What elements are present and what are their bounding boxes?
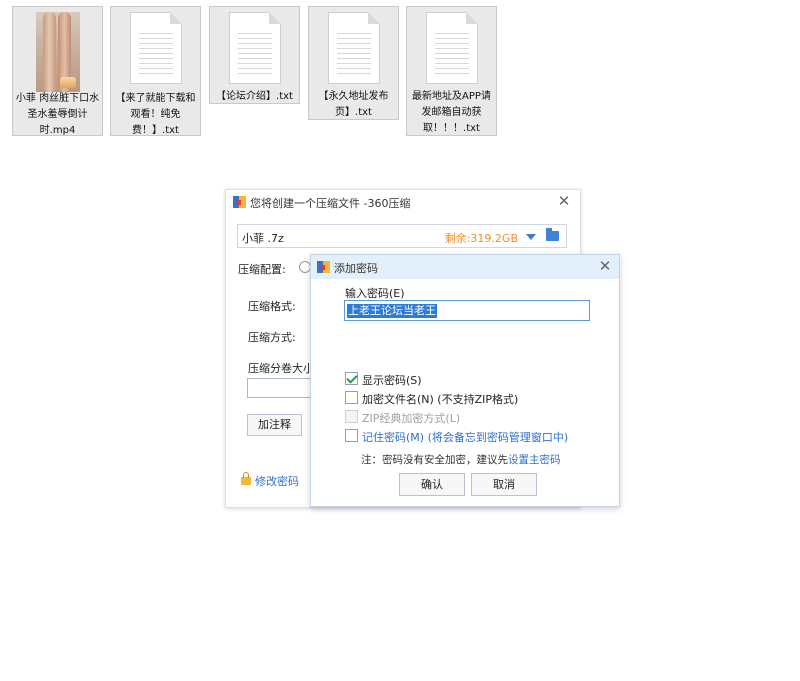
- add-comment-button[interactable]: 加注释: [247, 414, 302, 436]
- file-item-txt[interactable]: 最新地址及APP请发邮箱自动获取！！！.txt: [406, 6, 497, 136]
- method-label: 压缩方式:: [248, 331, 296, 344]
- lock-icon: [241, 472, 251, 485]
- zip-classic-checkbox: [345, 410, 358, 423]
- title-bar[interactable]: 添加密码 ✕: [311, 255, 619, 279]
- folder-icon[interactable]: [546, 228, 559, 241]
- change-password-link[interactable]: 修改密码: [255, 473, 299, 489]
- file-name: 【永久地址发布页】.txt: [318, 91, 389, 118]
- remember-password-label[interactable]: 记住密码(M) (将会备忘到密码管理窗口中): [362, 429, 568, 445]
- cancel-button[interactable]: 取消: [471, 473, 537, 496]
- ok-button[interactable]: 确认: [399, 473, 465, 496]
- split-size-label: 压缩分卷大小: [248, 362, 314, 375]
- text-file-icon: [228, 12, 281, 84]
- show-password-checkbox[interactable]: [345, 372, 358, 385]
- text-file-icon: [425, 12, 478, 84]
- config-label: 压缩配置:: [238, 263, 286, 276]
- dialog-title: 添加密码: [334, 262, 378, 275]
- add-password-dialog: 添加密码 ✕ 输入密码(E) 上老王论坛当老王 显示密码(S) 加密文件名(N)…: [310, 254, 620, 507]
- chevron-down-icon[interactable]: [526, 234, 536, 240]
- encrypt-filenames-checkbox[interactable]: [345, 391, 358, 404]
- password-value: 上老王论坛当老王: [347, 304, 437, 318]
- file-item-txt[interactable]: 【永久地址发布页】.txt: [308, 6, 399, 120]
- file-item-video[interactable]: 小菲 肉丝脏下口水圣水羞辱倒计时.mp4: [12, 6, 103, 136]
- window-title: 您将创建一个压缩文件 -360压缩: [250, 197, 411, 210]
- file-name: 【来了就能下载和观看！纯免费！】.txt: [115, 93, 196, 136]
- password-input-label: 输入密码(E): [345, 287, 405, 300]
- remember-password-checkbox[interactable]: [345, 429, 358, 442]
- archive-path: 小菲 .7z: [242, 232, 284, 245]
- close-icon[interactable]: ✕: [556, 193, 572, 209]
- file-name: 最新地址及APP请发邮箱自动获取！！！.txt: [412, 91, 491, 134]
- text-file-icon: [327, 12, 380, 84]
- close-icon[interactable]: ✕: [597, 258, 613, 274]
- archive-path-input[interactable]: 小菲 .7z 剩余:319.2GB: [237, 224, 567, 248]
- file-item-txt[interactable]: 【来了就能下载和观看！纯免费！】.txt: [110, 6, 201, 136]
- text-file-icon: [129, 12, 182, 84]
- format-label: 压缩格式:: [248, 300, 296, 313]
- title-bar[interactable]: 您将创建一个压缩文件 -360压缩 ✕: [226, 190, 580, 214]
- file-item-txt[interactable]: 【论坛介绍】.txt: [209, 6, 300, 104]
- encrypt-filenames-label[interactable]: 加密文件名(N) (不支持ZIP格式): [362, 391, 518, 407]
- password-input[interactable]: 上老王论坛当老王: [344, 300, 590, 321]
- app-logo-icon: [317, 261, 330, 273]
- set-master-password-link[interactable]: 设置主密码: [508, 454, 561, 466]
- free-space-label: 剩余:319.2GB: [444, 232, 518, 245]
- zip-classic-label: ZIP经典加密方式(L): [362, 412, 461, 425]
- app-logo-icon: [233, 196, 246, 208]
- file-name: 小菲 肉丝脏下口水圣水羞辱倒计时.mp4: [15, 93, 100, 136]
- file-name: 【论坛介绍】.txt: [216, 91, 293, 102]
- show-password-label[interactable]: 显示密码(S): [362, 372, 422, 388]
- security-note: 注：密码没有安全加密，建议先设置主密码: [361, 452, 561, 467]
- video-thumbnail: [35, 12, 80, 92]
- split-size-input[interactable]: [247, 378, 313, 398]
- note-text: 注：密码没有安全加密，建议先: [361, 454, 508, 466]
